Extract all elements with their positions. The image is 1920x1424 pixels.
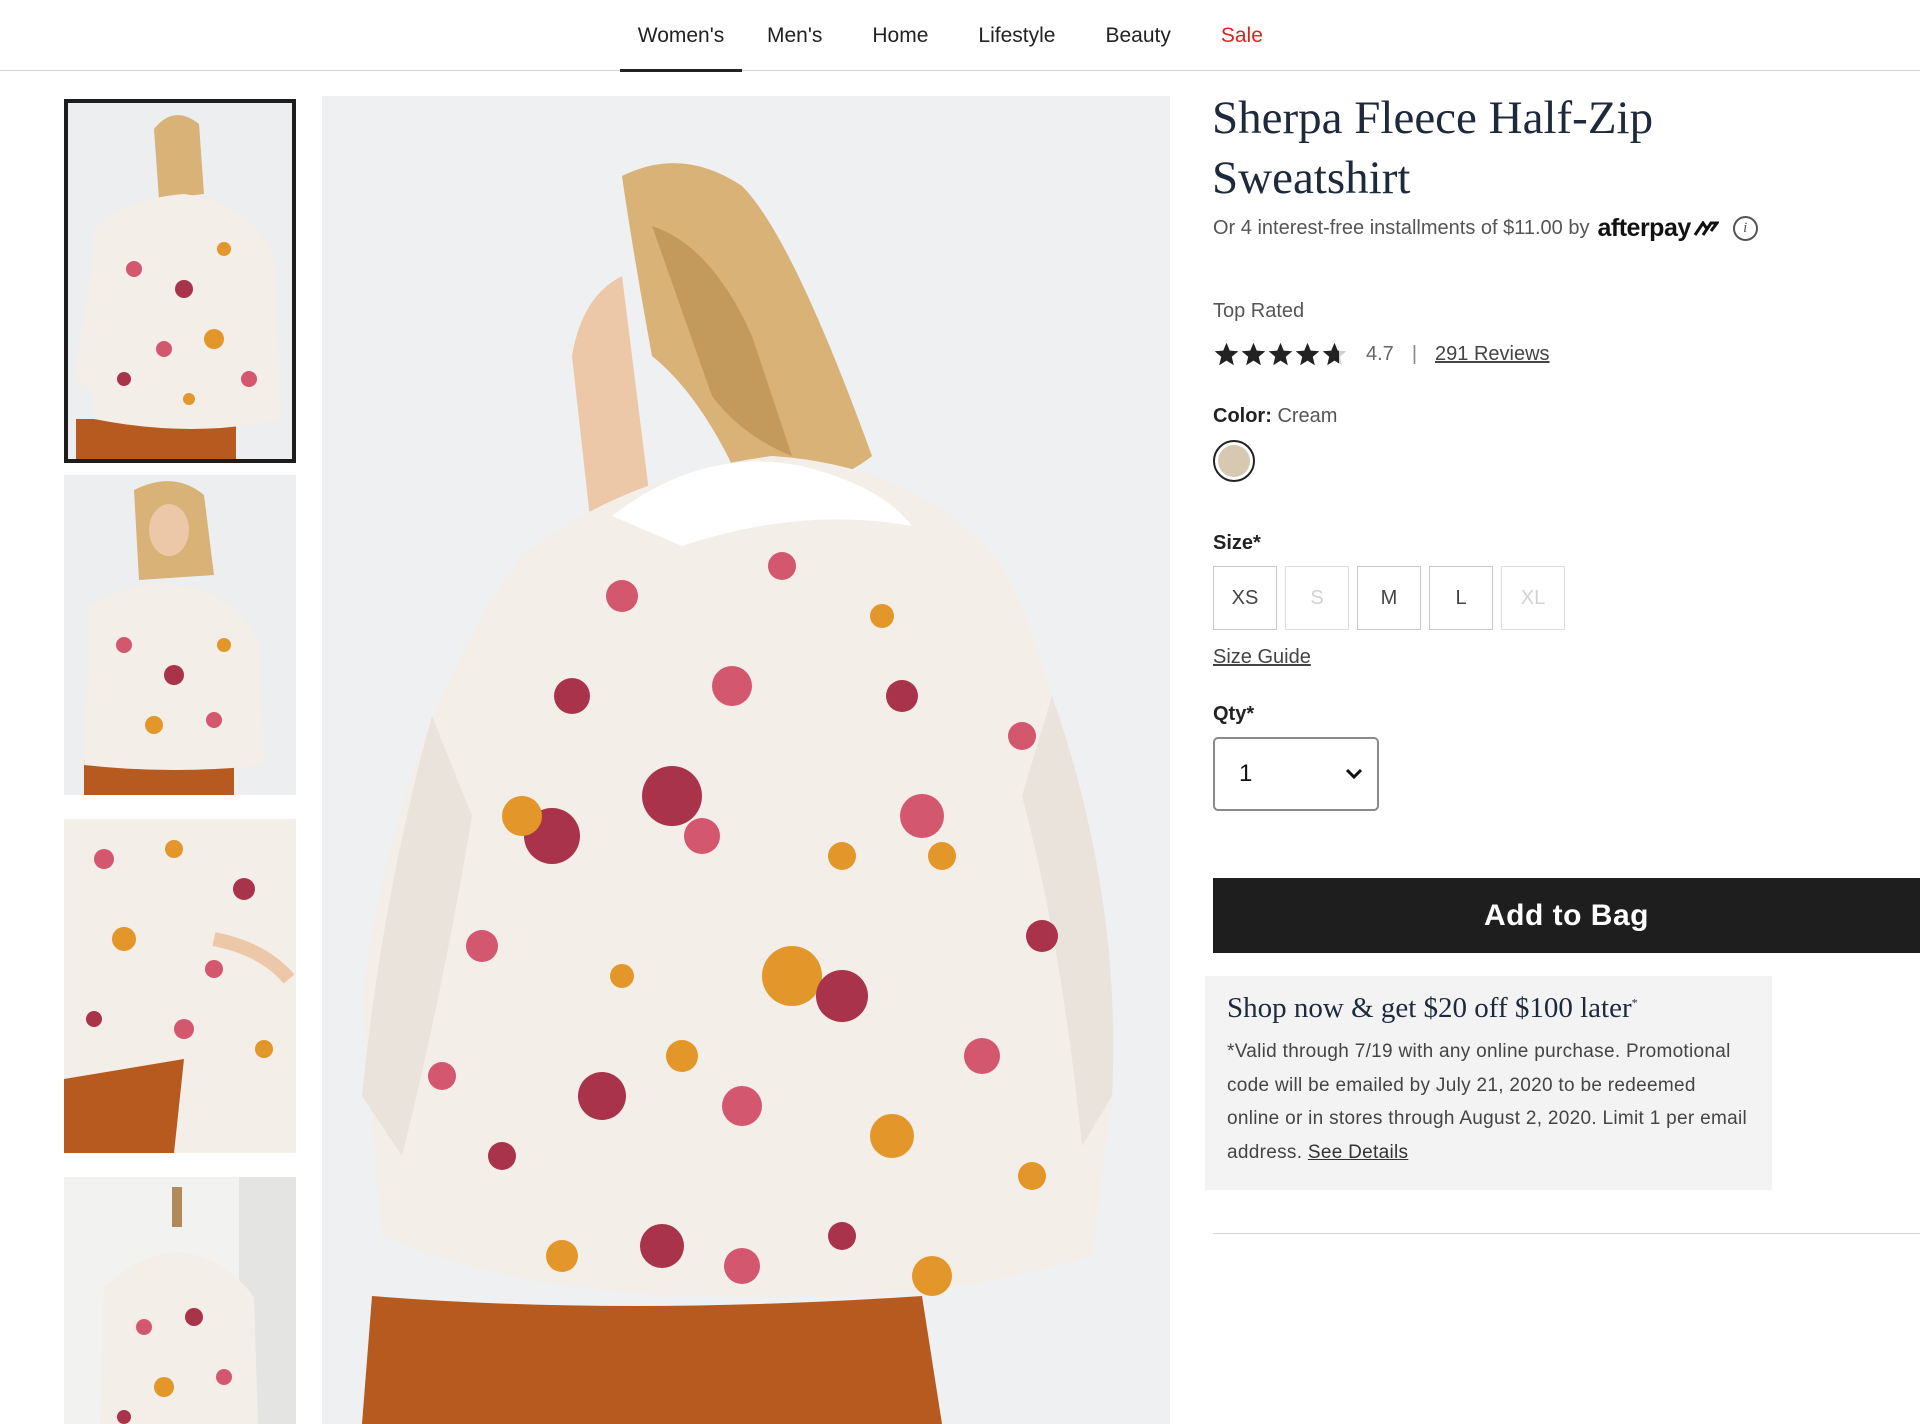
add-to-bag-button[interactable]: Add to Bag <box>1213 878 1920 953</box>
rating-row: 4.7 | 291 Reviews <box>1213 341 1550 368</box>
thumbnail-front-view[interactable] <box>64 475 296 795</box>
qty-select[interactable]: 1 <box>1213 737 1379 811</box>
star-icon <box>1268 342 1293 366</box>
size-option-m[interactable]: M <box>1357 566 1421 630</box>
nav-item-home[interactable]: Home <box>847 0 953 71</box>
afterpay-text: Or 4 interest-free installments of $11.0… <box>1213 217 1590 239</box>
thumbnail-mannequin-image <box>64 1177 296 1424</box>
info-icon[interactable]: i <box>1732 216 1758 241</box>
star-icon <box>1322 342 1347 366</box>
nav-item-beauty[interactable]: Beauty <box>1080 0 1195 71</box>
color-label: Color: Cream <box>1213 405 1337 428</box>
divider <box>1213 1233 1920 1234</box>
swatch-fill <box>1218 445 1250 477</box>
product-title: Sherpa Fleece Half-Zip Sweatshirt <box>1212 92 1654 204</box>
chevron-down-icon <box>1345 768 1363 780</box>
promo-text: *Valid through 7/19 with any online purc… <box>1227 1035 1750 1169</box>
afterpay-arrow-icon <box>1693 220 1719 236</box>
size-guide-link[interactable]: Size Guide <box>1213 646 1311 669</box>
size-option-s[interactable]: S <box>1285 566 1349 630</box>
star-icon <box>1241 342 1266 366</box>
thumbnail-closeup-pocket[interactable] <box>64 819 296 1153</box>
main-image-back-view <box>322 96 1170 1424</box>
top-rated-label: Top Rated <box>1213 300 1305 322</box>
nav-item-mens[interactable]: Men's <box>742 0 847 71</box>
star-rating <box>1213 341 1348 368</box>
promo-box: Shop now & get $20 off $100 later* *Vali… <box>1205 976 1772 1190</box>
size-option-xs[interactable]: XS <box>1213 566 1277 630</box>
promo-title-mark: * <box>1631 995 1638 1010</box>
thumbnail-front-view-image <box>64 475 296 795</box>
promo-title-text: Shop now & get $20 off $100 later <box>1227 992 1632 1024</box>
promo-title: Shop now & get $20 off $100 later* <box>1227 992 1750 1025</box>
star-icon <box>1214 342 1239 366</box>
qty-label: Qty* <box>1213 703 1255 725</box>
rating-separator: | <box>1411 343 1418 365</box>
thumbnail-mannequin[interactable] <box>64 1177 296 1424</box>
afterpay-logo: afterpay <box>1597 214 1691 242</box>
color-swatch-cream[interactable] <box>1213 440 1255 482</box>
see-details-link[interactable]: See Details <box>1308 1142 1408 1163</box>
nav-item-lifestyle[interactable]: Lifestyle <box>953 0 1080 71</box>
size-option-l[interactable]: L <box>1429 566 1493 630</box>
thumbnail-back-view[interactable] <box>64 99 296 463</box>
size-option-xl[interactable]: XL <box>1501 566 1565 630</box>
nav-item-womens[interactable]: Women's <box>620 0 742 72</box>
qty-value: 1 <box>1239 760 1253 787</box>
size-label: Size* <box>1213 532 1261 554</box>
promo-description: *Valid through 7/19 with any online purc… <box>1227 1041 1747 1163</box>
star-icon <box>1295 342 1320 366</box>
afterpay-message: Or 4 interest-free installments of $11.0… <box>1213 214 1758 243</box>
color-label-key: Color: <box>1213 405 1272 427</box>
nav-list: Women's Men's Home Lifestyle Beauty Sale <box>620 0 1288 72</box>
main-product-image[interactable] <box>322 96 1170 1424</box>
reviews-link[interactable]: 291 Reviews <box>1435 343 1550 366</box>
product-info-panel: Sherpa Fleece Half-Zip Sweatshirt Or 4 i… <box>1205 0 1920 1424</box>
rating-value: 4.7 <box>1366 343 1394 365</box>
thumbnail-back-view-image <box>64 99 296 463</box>
thumbnail-closeup-pocket-image <box>64 819 296 1153</box>
color-value: Cream <box>1277 405 1338 427</box>
size-options: XS S M L XL <box>1213 566 1573 630</box>
